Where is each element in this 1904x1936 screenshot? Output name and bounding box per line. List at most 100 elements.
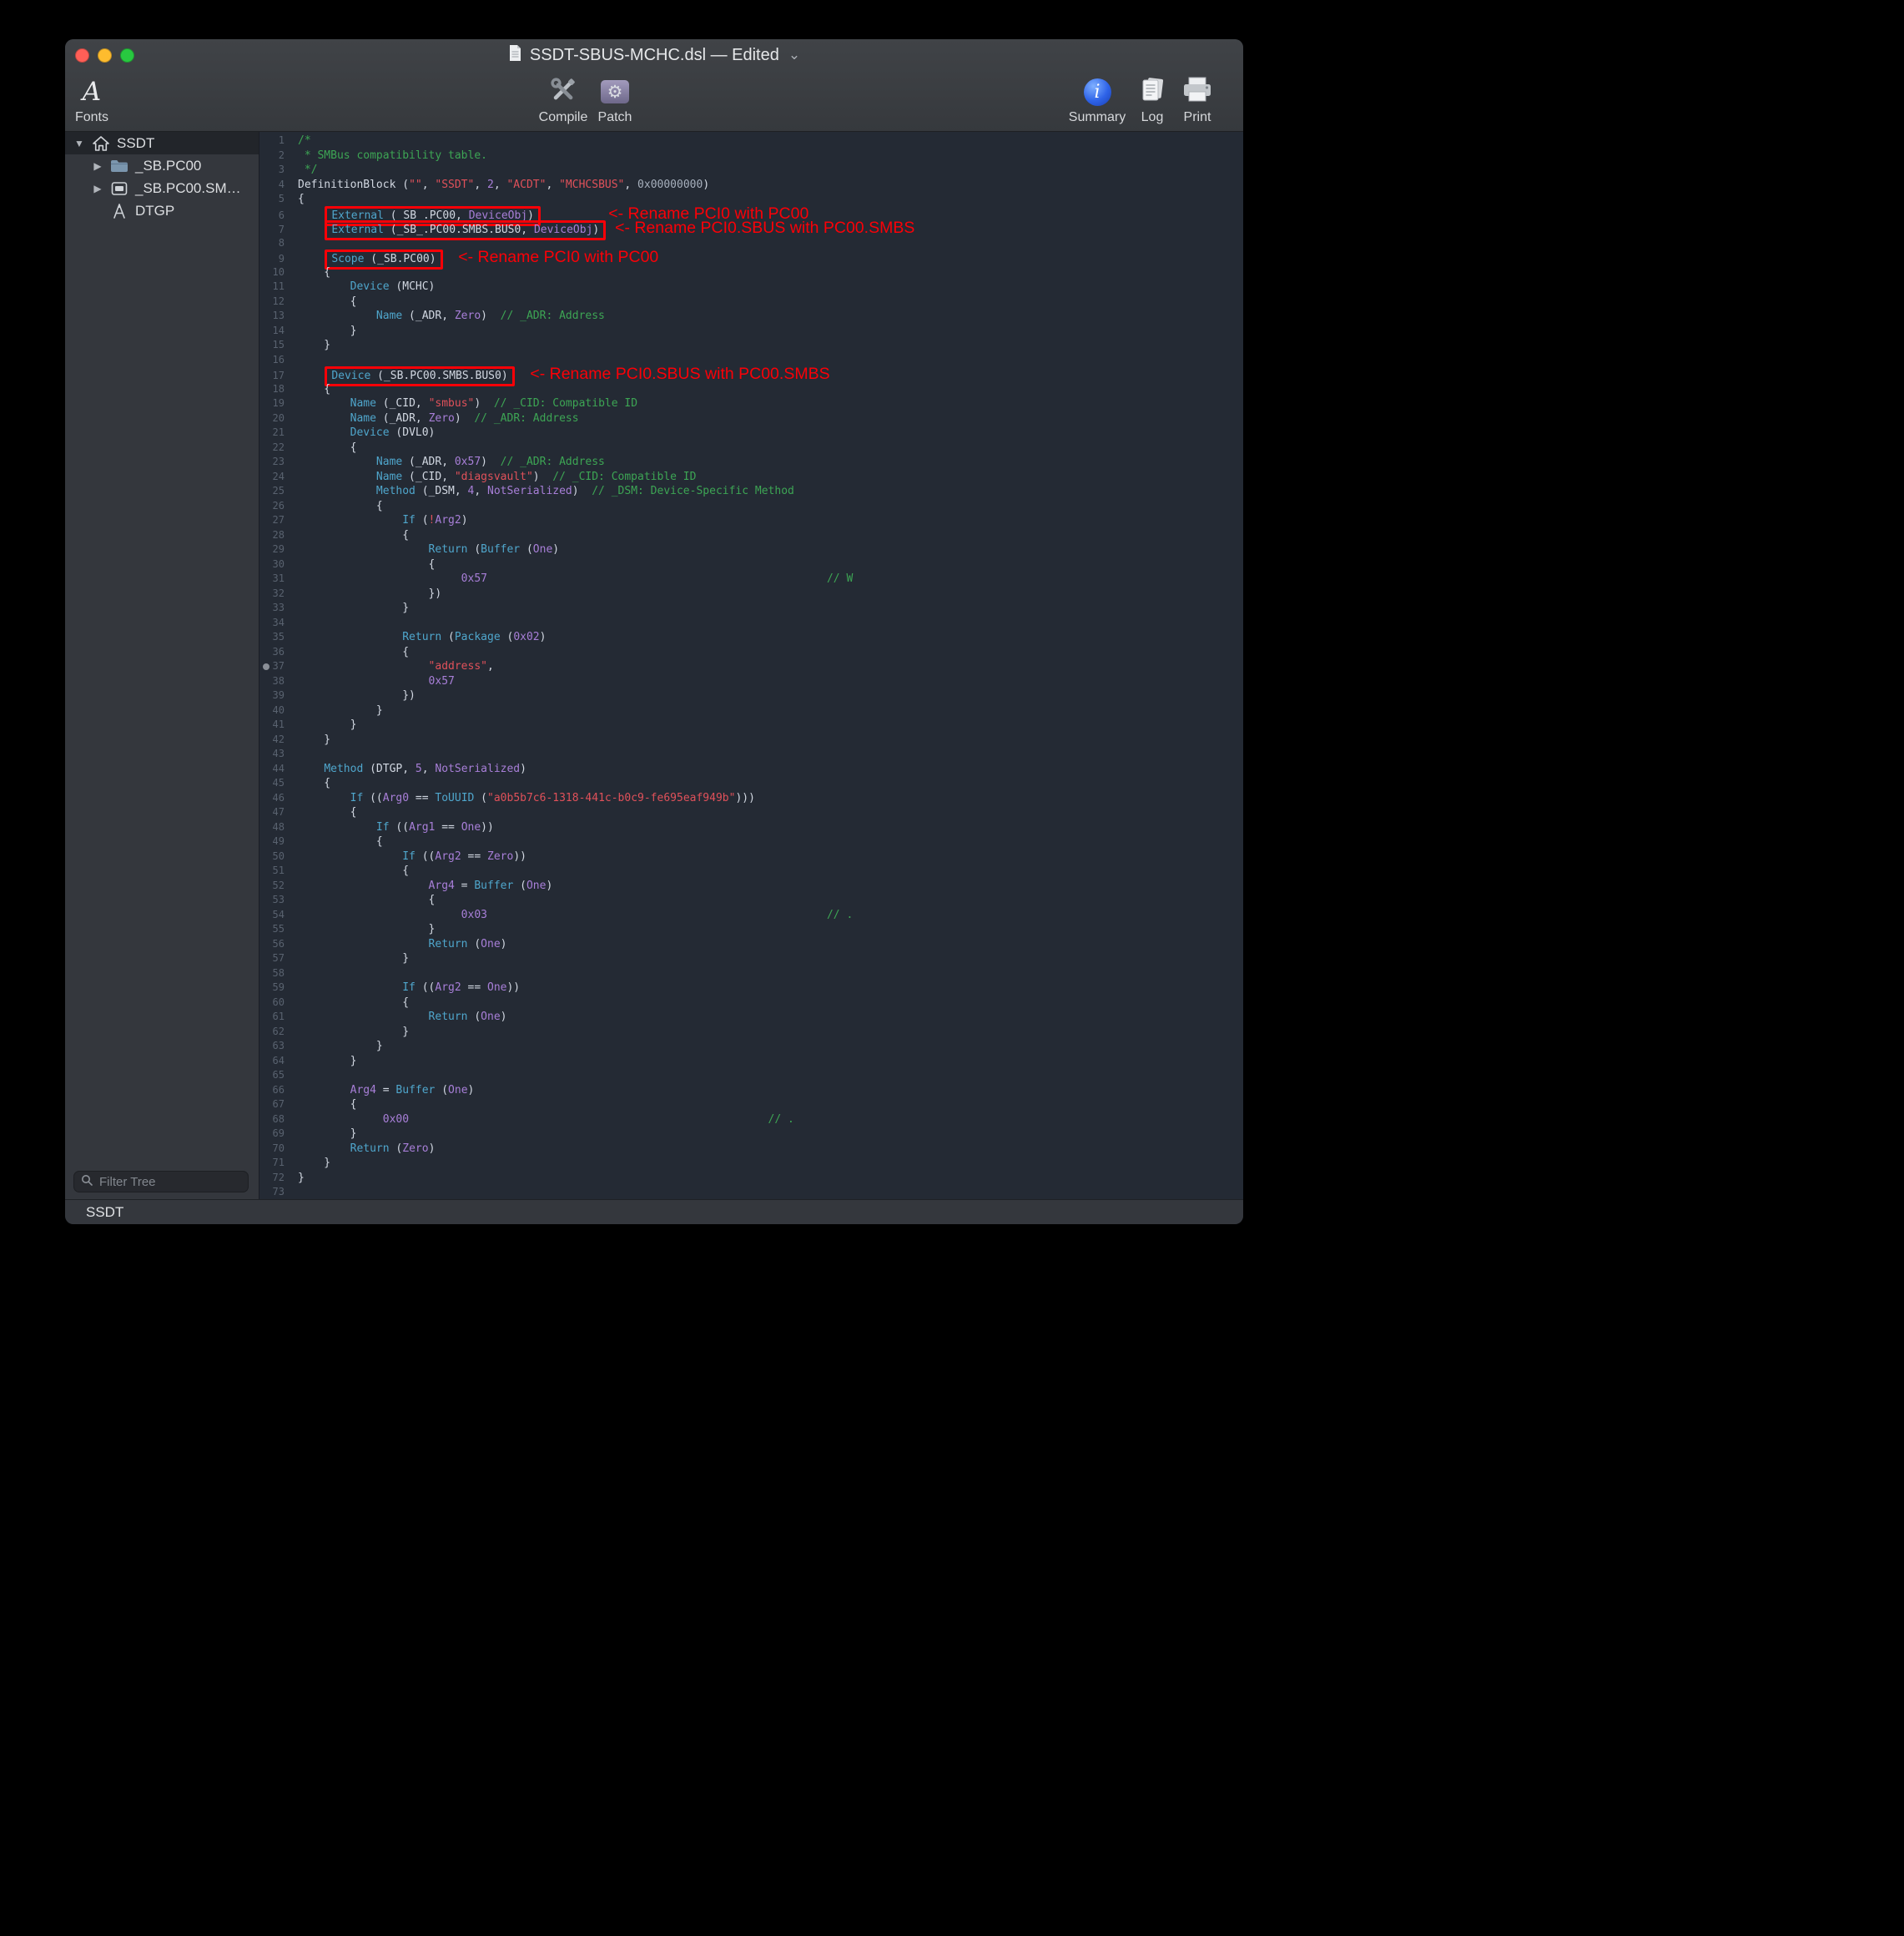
code-line[interactable]: 53 { [259,893,1243,908]
code-line[interactable]: 32 }) [259,587,1243,602]
zoom-button[interactable] [120,48,134,63]
fonts-button[interactable]: A Fonts [65,74,118,125]
code-line[interactable]: 45 { [259,776,1243,791]
code-line[interactable]: 72} [259,1171,1243,1186]
code-line[interactable]: 68 0x00 // . [259,1112,1243,1127]
code-line[interactable]: 23 Name (_ADR, 0x57) // _ADR: Address [259,455,1243,470]
code-line[interactable]: 33 } [259,601,1243,616]
print-button[interactable]: Print [1174,74,1221,125]
code-line[interactable]: 9 Scope (_SB.PC00) <- Rename PCI0 with P… [259,250,1243,265]
code-line[interactable]: 66 Arg4 = Buffer (One) [259,1083,1243,1098]
code-line[interactable]: 8 [259,236,1243,251]
code-line[interactable]: 27 If (!Arg2) [259,513,1243,528]
sidebar-item-dtgp[interactable]: DTGP [65,199,259,222]
code-line[interactable]: 60 { [259,996,1243,1011]
code-editor[interactable]: 1/*2 * SMBus compatibility table.3 */4De… [259,132,1243,1199]
code-line[interactable]: 44 Method (DTGP, 5, NotSerialized) [259,762,1243,777]
code-line[interactable]: 14 } [259,324,1243,339]
patch-button[interactable]: ⚙ Patch [588,74,642,125]
code-line[interactable]: 15 } [259,338,1243,353]
code-line[interactable]: 13 Name (_ADR, Zero) // _ADR: Address [259,309,1243,324]
compile-button[interactable]: Compile [536,74,590,125]
code-line[interactable]: 42 } [259,733,1243,748]
code-line[interactable]: 31 0x57 // W [259,572,1243,587]
title-chevron-icon[interactable]: ⌄ [788,47,800,63]
code-line[interactable]: 1/* [259,134,1243,149]
document-icon [508,44,522,67]
code-line[interactable]: 57 } [259,951,1243,966]
code-token: ) [533,471,552,483]
code-line[interactable]: 51 { [259,864,1243,879]
code-line[interactable]: 58 [259,966,1243,981]
code-line[interactable]: 34 [259,616,1243,631]
code-line[interactable]: 17 Device (_SB.PC00.SMBS.BUS0) <- Rename… [259,367,1243,382]
close-button[interactable] [75,48,89,63]
code-line[interactable]: 21 Device (DVL0) [259,426,1243,441]
code-line[interactable]: 63 } [259,1039,1243,1054]
code-line[interactable]: 24 Name (_CID, "diagsvault") // _CID: Co… [259,470,1243,485]
minimize-button[interactable] [98,48,112,63]
filter-tree-input[interactable] [98,1174,241,1190]
code-line[interactable]: 4DefinitionBlock ("", "SSDT", 2, "ACDT",… [259,178,1243,193]
code-line[interactable]: 11 Device (MCHC) [259,280,1243,295]
code-line[interactable]: 48 If ((Arg1 == One)) [259,820,1243,835]
code-token: ( [390,1142,403,1155]
code-line[interactable]: 12 { [259,295,1243,310]
code-line[interactable]: 22 { [259,441,1243,456]
code-line[interactable]: 36 { [259,645,1243,660]
code-line[interactable]: 40 } [259,703,1243,718]
code-line[interactable]: 47 { [259,805,1243,820]
code-line[interactable]: 49 { [259,834,1243,850]
code-line[interactable]: 59 If ((Arg2 == One)) [259,981,1243,996]
code-line[interactable]: 70 Return (Zero) [259,1142,1243,1157]
code-line[interactable]: 73 [259,1185,1243,1199]
log-button[interactable]: Log [1131,74,1174,125]
code-line[interactable]: 29 Return (Buffer (One) [259,542,1243,557]
code-line[interactable]: 52 Arg4 = Buffer (One) [259,879,1243,894]
code-line[interactable]: 26 { [259,499,1243,514]
code-line[interactable]: 46 If ((Arg0 == ToUUID ("a0b5b7c6-1318-4… [259,791,1243,806]
code-line[interactable]: 10 { [259,265,1243,280]
code-token: ( [501,631,514,643]
code-line[interactable]: 20 Name (_ADR, Zero) // _ADR: Address [259,411,1243,426]
disclosure-expanded-icon[interactable]: ▼ [73,138,85,149]
code-line[interactable]: 18 { [259,382,1243,397]
code-line[interactable]: 61 Return (One) [259,1010,1243,1025]
code-line[interactable]: 67 { [259,1097,1243,1112]
code-line[interactable]: 54 0x03 // . [259,908,1243,923]
disclosure-collapsed-icon[interactable]: ▶ [92,160,103,172]
code-line[interactable]: 55 } [259,922,1243,937]
code-line[interactable]: 41 } [259,718,1243,733]
sidebar-item-sb-pc00[interactable]: ▶ _SB.PC00 [65,154,259,177]
code-line[interactable]: 64 } [259,1054,1243,1069]
code-token: Return [350,1142,390,1155]
code-line[interactable]: 2 * SMBus compatibility table. [259,149,1243,164]
line-number: 42 [259,733,291,748]
code-line[interactable]: 30 { [259,557,1243,572]
sidebar-item-ssdt[interactable]: ▼ SSDT [65,132,259,154]
code-line[interactable]: 38 0x57 [259,674,1243,689]
code-token: , [624,179,637,191]
summary-button[interactable]: i Summary [1065,74,1129,125]
code-token: /* [298,134,311,147]
code-token: Buffer [474,880,513,892]
code-token: DefinitionBlock ( [298,179,409,191]
code-line[interactable]: 39 }) [259,688,1243,703]
filter-tree-field[interactable] [73,1171,249,1192]
code-line[interactable]: 69 } [259,1127,1243,1142]
code-line[interactable]: 50 If ((Arg2 == Zero)) [259,850,1243,865]
code-line[interactable]: 28 { [259,528,1243,543]
code-line[interactable]: 71 } [259,1156,1243,1171]
code-line[interactable]: 62 } [259,1025,1243,1040]
code-line[interactable]: 35 Return (Package (0x02) [259,630,1243,645]
disclosure-collapsed-icon[interactable]: ▶ [92,183,103,194]
code-line[interactable]: 3 */ [259,163,1243,178]
sidebar-item-sb-pc00-sm[interactable]: ▶ _SB.PC00.SM… [65,177,259,199]
code-line[interactable]: 19 Name (_CID, "smbus") // _CID: Compati… [259,396,1243,411]
code-line[interactable]: 56 Return (One) [259,937,1243,952]
code-line[interactable]: 43 [259,747,1243,762]
code-line[interactable]: 37 "address", [259,659,1243,674]
code-line[interactable]: 7 External (_SB_.PC00.SMBS.BUS0, DeviceO… [259,221,1243,236]
code-line[interactable]: 65 [259,1068,1243,1083]
code-line[interactable]: 25 Method (_DSM, 4, NotSerialized) // _D… [259,484,1243,499]
